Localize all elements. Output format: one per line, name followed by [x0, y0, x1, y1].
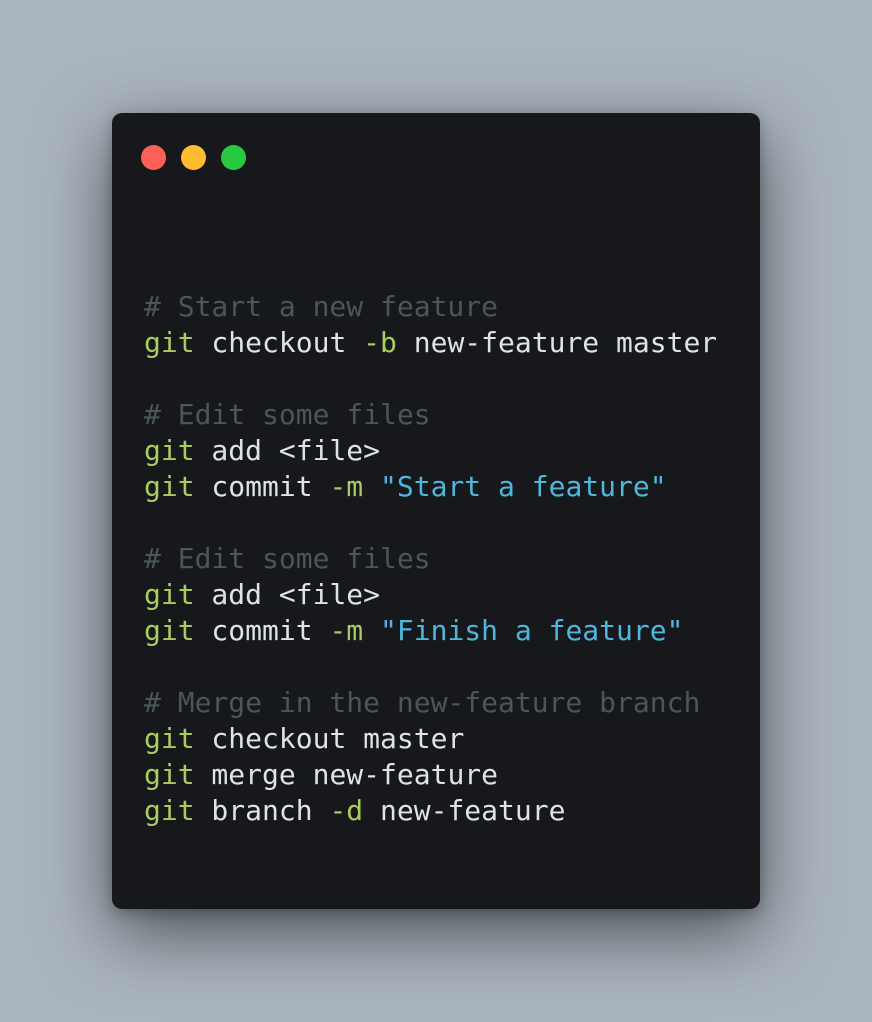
code-token-flag: -b	[363, 326, 397, 359]
code-token-cmd: git	[144, 794, 195, 827]
code-token-plain: branch	[194, 794, 330, 827]
close-button[interactable]	[141, 145, 166, 170]
code-line: git commit -m "Start a feature"	[144, 469, 740, 505]
code-token-plain: new-feature	[363, 794, 566, 827]
code-token-plain: checkout	[194, 326, 364, 359]
code-token-comment: # Edit some files	[144, 542, 431, 575]
code-token-cmd: git	[144, 470, 195, 503]
code-line: # Merge in the new-feature branch	[144, 685, 740, 721]
code-token-comment: # Merge in the new-feature branch	[144, 686, 701, 719]
code-token-comment: # Edit some files	[144, 398, 431, 431]
code-line: git commit -m "Finish a feature"	[144, 613, 740, 649]
code-block: # Start a new feature git checkout -b new…	[144, 253, 740, 829]
code-token-cmd: git	[144, 578, 195, 611]
code-token-cmd: git	[144, 434, 195, 467]
code-token-plain: add <file>	[194, 434, 381, 467]
code-line: git add <file>	[144, 577, 740, 613]
code-token-flag: -m	[329, 470, 364, 503]
code-window: # Start a new feature git checkout -b new…	[112, 113, 760, 909]
code-token-plain: add <file>	[194, 578, 381, 611]
code-line: # Edit some files	[144, 541, 740, 577]
code-token-cmd: git	[144, 326, 195, 359]
code-token-flag: -d	[329, 794, 364, 827]
code-line: git checkout -b new-feature master	[144, 325, 740, 361]
code-token-cmd: git	[144, 722, 195, 755]
code-line: git branch -d new-feature	[144, 793, 740, 829]
code-line: # Edit some files	[144, 397, 740, 433]
code-token-cmd: git	[144, 758, 195, 791]
code-token-cmd: git	[144, 614, 195, 647]
code-line: git merge new-feature	[144, 757, 740, 793]
code-token-plain: commit	[194, 614, 330, 647]
code-token-plain: checkout master	[194, 722, 465, 755]
code-token-comment: # Start a new feature	[144, 290, 499, 323]
window-controls	[141, 145, 246, 170]
minimize-button[interactable]	[181, 145, 206, 170]
code-line: # Start a new feature	[144, 289, 740, 325]
code-token-flag: -m	[329, 614, 364, 647]
code-line: git add <file>	[144, 433, 740, 469]
code-line: git checkout master	[144, 721, 740, 757]
zoom-button[interactable]	[221, 145, 246, 170]
code-token-string: "Finish a feature"	[380, 614, 684, 647]
code-token-plain: commit	[194, 470, 330, 503]
code-token-string: "Start a feature"	[380, 470, 667, 503]
code-token-plain: merge new-feature	[194, 758, 499, 791]
code-token-plain: new-feature master	[396, 326, 718, 359]
